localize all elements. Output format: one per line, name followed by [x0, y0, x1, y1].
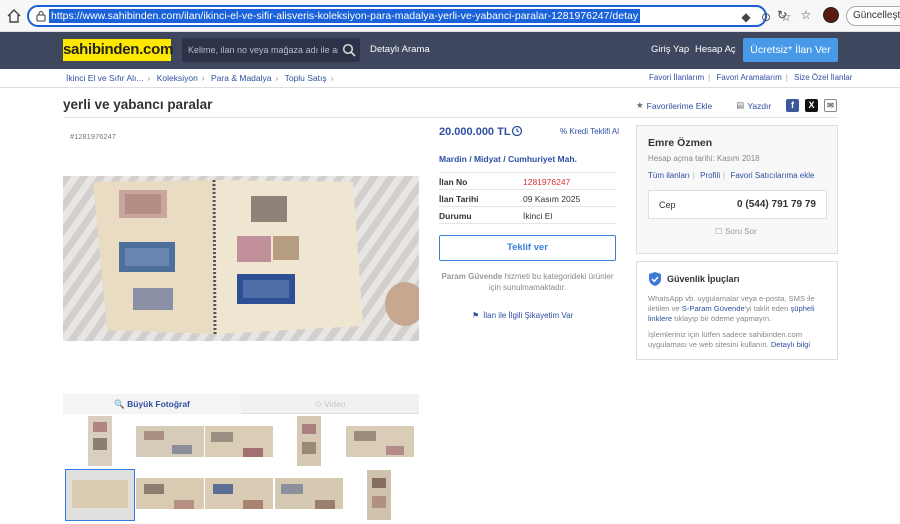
- mail-icon[interactable]: ✉: [824, 99, 837, 112]
- divider: [439, 172, 616, 173]
- seller-since: Hesap açma tarihi: Kasım 2018: [648, 154, 760, 163]
- x-twitter-icon[interactable]: X: [805, 99, 818, 112]
- login-link[interactable]: Giriş Yap: [651, 44, 689, 55]
- divider: [439, 223, 616, 224]
- phone-label: Cep: [659, 200, 676, 210]
- tag-icon[interactable]: ◆: [739, 10, 753, 24]
- home-icon[interactable]: [6, 8, 22, 24]
- divider: [63, 117, 838, 118]
- address-bar[interactable]: https://www.sahibinden.com/ilan/ikinci-e…: [27, 5, 791, 27]
- breadcrumb-item[interactable]: Toplu Satış: [285, 73, 327, 83]
- tab-video[interactable]: ⊙ Video: [241, 394, 419, 414]
- update-button[interactable]: Güncelleştir: [846, 6, 900, 26]
- fav-searches-link[interactable]: Favori Aramalarım: [716, 73, 781, 82]
- search-input[interactable]: [188, 38, 338, 62]
- thumbnail[interactable]: [136, 426, 204, 457]
- register-link[interactable]: Hesap Aç: [695, 44, 736, 55]
- special-listings-link[interactable]: Size Özel İlanlar: [794, 73, 852, 82]
- facebook-icon[interactable]: f: [786, 99, 799, 112]
- thumbnail[interactable]: [367, 470, 391, 520]
- thumbnail-selected[interactable]: [65, 469, 135, 521]
- detail-info-link[interactable]: Detaylı bilgi: [771, 340, 810, 349]
- price-history-icon[interactable]: [511, 125, 523, 137]
- ask-question-button[interactable]: ☐ Soru Sor: [715, 227, 757, 236]
- security-title: Güvenlik İpuçları: [667, 274, 740, 284]
- post-ad-button[interactable]: Ücretsiz* İlan Ver: [743, 38, 838, 62]
- breadcrumb-item[interactable]: Koleksiyon: [157, 73, 198, 83]
- site-logo[interactable]: sahibinden.com: [63, 39, 173, 61]
- all-listings-link[interactable]: Tüm ilanları: [648, 171, 690, 180]
- thumbnail-strip: [63, 414, 419, 524]
- url-text[interactable]: https://www.sahibinden.com/ilan/ikinci-e…: [49, 9, 641, 23]
- search-icon: 🔍: [114, 399, 125, 409]
- listing-id: #1281976247: [70, 132, 116, 141]
- phone-box: Cep 0 (544) 791 79 79: [648, 190, 827, 219]
- lock-icon[interactable]: [35, 10, 47, 22]
- browser-toolbar: https://www.sahibinden.com/ilan/ikinci-e…: [0, 0, 900, 32]
- security-tips-box: Güvenlik İpuçları WhatsApp vb. uygulamal…: [636, 261, 838, 360]
- divider: [439, 206, 616, 207]
- chat-icon: ☐: [715, 227, 723, 236]
- video-icon: ⊙: [314, 399, 322, 409]
- report-link[interactable]: ⚑ İlan ile İlgili Şikayetim Var: [472, 311, 573, 320]
- photo-tabs: 🔍 Büyük Fotoğraf ⊙ Video: [63, 394, 419, 414]
- price: 20.000.000 TL: [439, 126, 511, 138]
- site-header: sahibinden.com Detaylı Arama Giriş Yap H…: [0, 32, 900, 69]
- more-icon[interactable]: ⊙: [759, 10, 773, 24]
- security-text-2: İşlemleriniz için lütfen sadece sahibind…: [648, 330, 811, 349]
- thumbnail[interactable]: [346, 426, 414, 457]
- breadcrumb: İkinci El ve Sıfır Alı... › Koleksiyon › P…: [66, 73, 334, 83]
- seller-links: Tüm ilanları | Profili | Favori Satıcıları…: [648, 171, 815, 180]
- favorites-icon[interactable]: ☆: [799, 8, 813, 22]
- thumbnail[interactable]: [205, 478, 273, 509]
- phone-number[interactable]: 0 (544) 791 79 79: [737, 199, 816, 210]
- refresh-icon[interactable]: ↻: [775, 8, 789, 22]
- breadcrumb-item[interactable]: Para & Madalya: [211, 73, 271, 83]
- detailed-search-link[interactable]: Detaylı Arama: [370, 44, 430, 55]
- search-box: [182, 38, 360, 62]
- breadcrumb-item[interactable]: İkinci El ve Sıfır Alı...: [66, 73, 143, 83]
- add-favorite-link[interactable]: Favorilerime Ekle: [647, 101, 713, 111]
- profile-link[interactable]: Profili: [700, 171, 720, 180]
- thumbnail[interactable]: [297, 416, 321, 466]
- banknote-album-image: [63, 176, 419, 341]
- main-photo[interactable]: [63, 176, 419, 341]
- print-icon: ▤: [736, 100, 745, 110]
- percent-icon: %: [560, 127, 568, 136]
- flag-icon: ⚑: [472, 311, 480, 320]
- share-icons: f X ✉: [786, 99, 837, 112]
- credit-offer-link[interactable]: % Kredi Teklifi Al: [560, 127, 619, 136]
- seller-name: Emre Özmen: [648, 137, 713, 149]
- thumbnail[interactable]: [88, 416, 112, 466]
- thumbnail[interactable]: [275, 478, 343, 509]
- location-link[interactable]: Mardin / Midyat / Cumhuriyet Mah.: [439, 154, 577, 164]
- tab-large-photo[interactable]: 🔍 Büyük Fotoğraf: [63, 394, 241, 414]
- divider: [439, 189, 616, 190]
- title-actions: ★ Favorilerime Ekle ▤ Yazdır: [636, 100, 771, 111]
- security-text-1: WhatsApp vb. uygulamalar veya e-posta, S…: [648, 294, 815, 323]
- make-offer-button[interactable]: Teklif ver: [439, 235, 616, 261]
- seller-box: Emre Özmen Hesap açma tarihi: Kasım 2018…: [636, 125, 838, 254]
- search-icon[interactable]: [342, 43, 356, 57]
- profile-avatar[interactable]: [823, 7, 839, 23]
- breadcrumb-row: İkinci El ve Sıfır Alı... › Koleksiyon › P…: [0, 69, 900, 88]
- param-guvende-note: Param Güvende hizmeti bu kategorideki ür…: [441, 272, 614, 292]
- fav-seller-link[interactable]: Favori Satıcılarıma ekle: [730, 171, 814, 180]
- shield-icon: [649, 272, 661, 286]
- fav-listings-link[interactable]: Favori İlanlarım: [649, 73, 704, 82]
- thumbnail[interactable]: [205, 426, 273, 457]
- page-title: yerli ve yabancı paralar: [63, 97, 213, 112]
- print-link[interactable]: Yazdır: [747, 101, 771, 111]
- star-icon: ★: [636, 100, 644, 110]
- thumbnail[interactable]: [136, 478, 204, 509]
- favorite-links: Favori İlanlarım | Favori Aramalarım | Siz…: [649, 73, 853, 82]
- s-param-link[interactable]: S-Param Güvende: [682, 304, 745, 313]
